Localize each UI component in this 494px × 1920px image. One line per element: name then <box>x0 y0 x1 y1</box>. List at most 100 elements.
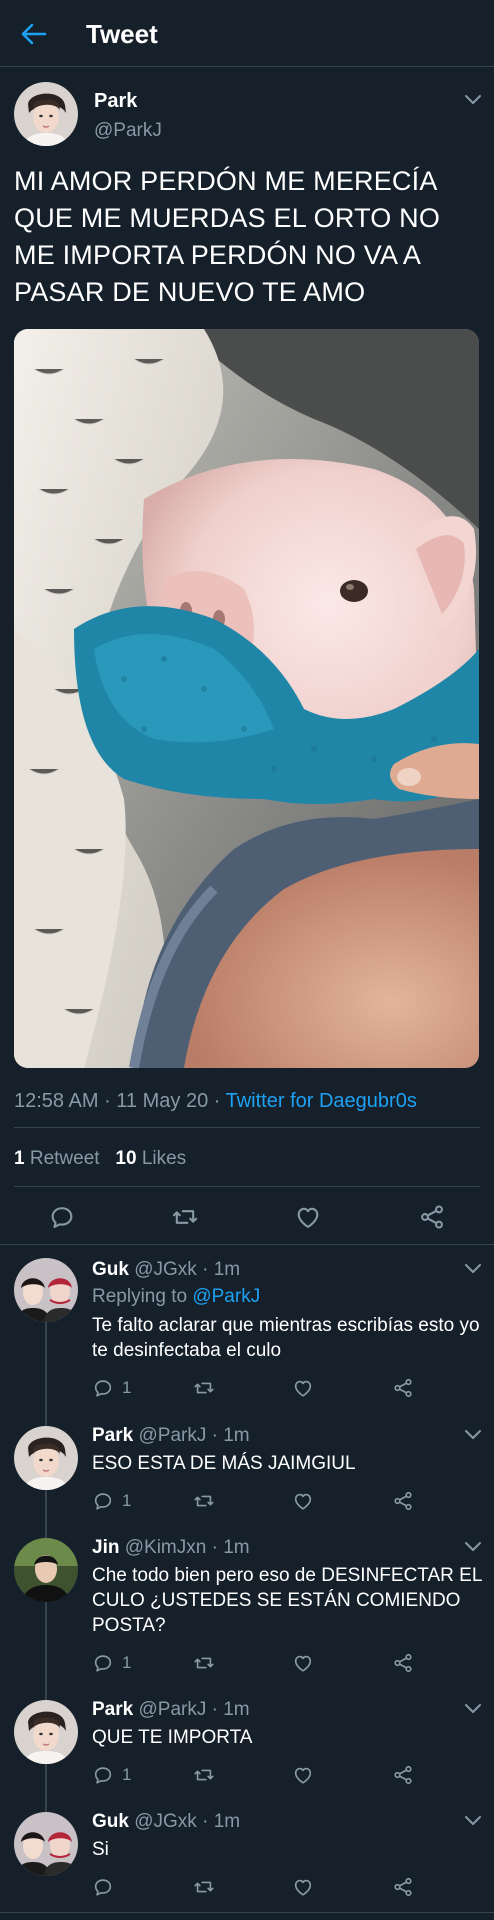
reply-button[interactable] <box>92 1876 122 1898</box>
reply-header: Guk @JGxk · 1m <box>92 1259 241 1280</box>
share-button[interactable] <box>392 1652 414 1674</box>
share-icon <box>392 1652 414 1674</box>
chevron-down-icon[interactable] <box>464 1429 482 1441</box>
divider <box>0 1912 494 1913</box>
replying-to-link[interactable]: @ParkJ <box>192 1286 260 1307</box>
reply-action-bar: 1 <box>0 1490 494 1530</box>
share-button[interactable] <box>392 1490 414 1512</box>
tweet-time: 12:58 AM <box>14 1090 99 1112</box>
avatar[interactable] <box>14 1258 78 1322</box>
heart-icon <box>292 1490 314 1512</box>
retweet-button[interactable] <box>193 1377 215 1399</box>
reply-icon <box>92 1377 114 1399</box>
heart-icon <box>292 1377 314 1399</box>
reply-button[interactable]: 1 <box>92 1377 131 1399</box>
chevron-down-icon[interactable] <box>464 1541 482 1553</box>
like-button[interactable] <box>292 1876 314 1898</box>
reply-button[interactable] <box>48 1203 76 1231</box>
chevron-down-icon[interactable] <box>464 94 482 106</box>
reply-icon <box>48 1203 76 1231</box>
retweet-button[interactable] <box>193 1764 215 1786</box>
tweet-meta: 12:58 AM · 11 May 20 · Twitter for Daegu… <box>14 1090 417 1113</box>
avatar[interactable] <box>14 1538 78 1602</box>
avatar[interactable] <box>14 1700 78 1764</box>
chevron-down-icon[interactable] <box>464 1263 482 1275</box>
separator: · <box>208 1090 226 1112</box>
tweet-source-link[interactable]: Twitter for Daegubr0s <box>226 1090 417 1112</box>
reply-icon <box>92 1876 114 1898</box>
reply-author-name[interactable]: Park <box>92 1425 133 1446</box>
reply-author-name[interactable]: Jin <box>92 1537 119 1558</box>
avatar[interactable] <box>14 1812 78 1876</box>
retweet-button[interactable] <box>171 1203 199 1231</box>
avatar[interactable] <box>14 82 78 146</box>
tweet-text: MI AMOR PERDÓN ME MERECÍA QUE ME MUERDAS… <box>14 166 441 307</box>
heart-icon <box>294 1203 322 1231</box>
reply-count: 1 <box>122 1378 132 1397</box>
tweet-photo[interactable] <box>14 329 479 1068</box>
reply-author-handle[interactable]: @JGxk <box>134 1811 197 1832</box>
reply-author-handle[interactable]: @KimJxn <box>125 1537 207 1558</box>
chevron-down-icon[interactable] <box>464 1703 482 1715</box>
reply-age: 1m <box>223 1537 250 1558</box>
share-button[interactable] <box>418 1203 446 1231</box>
top-bar: Tweet <box>0 0 494 67</box>
heart-icon <box>292 1876 314 1898</box>
reply-author-name[interactable]: Guk <box>92 1811 129 1832</box>
share-button[interactable] <box>392 1764 414 1786</box>
like-button[interactable] <box>292 1652 314 1674</box>
reply-action-bar: 1 <box>0 1764 494 1804</box>
divider <box>0 1244 494 1245</box>
reply-age: 1m <box>223 1699 250 1720</box>
like-count[interactable]: 10 <box>115 1148 136 1169</box>
retweet-icon <box>193 1652 215 1674</box>
like-button[interactable] <box>292 1764 314 1786</box>
reply-author-handle[interactable]: @ParkJ <box>138 1425 206 1446</box>
replying-to: Replying to @ParkJ <box>92 1286 261 1307</box>
share-icon <box>392 1490 414 1512</box>
heart-icon <box>292 1652 314 1674</box>
reply-icon <box>92 1652 114 1674</box>
reply-author-name[interactable]: Guk <box>92 1259 129 1280</box>
tweet-action-bar <box>0 1198 494 1238</box>
like-button[interactable] <box>292 1377 314 1399</box>
reply-action-bar: 1 <box>0 1652 494 1692</box>
like-label[interactable]: Likes <box>142 1148 186 1169</box>
share-button[interactable] <box>392 1876 414 1898</box>
reply-action-bar <box>0 1876 494 1916</box>
chevron-down-icon[interactable] <box>464 1815 482 1827</box>
reply-text: Che todo bien pero eso de DESINFECTAR EL… <box>92 1565 482 1636</box>
share-icon <box>392 1764 414 1786</box>
retweet-button[interactable] <box>193 1490 215 1512</box>
author-name[interactable]: Park <box>94 90 137 113</box>
retweet-label[interactable]: Retweet <box>30 1148 100 1169</box>
reply-author-name[interactable]: Park <box>92 1699 133 1720</box>
reply-text: QUE TE IMPORTA <box>92 1727 253 1748</box>
retweet-count[interactable]: 1 <box>14 1148 25 1169</box>
reply-header: Jin @KimJxn · 1m <box>92 1537 250 1558</box>
reply-count: 1 <box>122 1765 132 1784</box>
reply-author-handle[interactable]: @JGxk <box>134 1259 197 1280</box>
avatar[interactable] <box>14 1426 78 1490</box>
reply-header: Park @ParkJ · 1m <box>92 1699 250 1720</box>
tweet-stats: 1 Retweet 10 Likes <box>14 1148 186 1170</box>
tweet-date: 11 May 20 <box>116 1090 209 1112</box>
retweet-icon <box>193 1876 215 1898</box>
divider <box>14 1127 480 1128</box>
reply-author-handle[interactable]: @ParkJ <box>138 1699 206 1720</box>
share-button[interactable] <box>392 1377 414 1399</box>
reply-age: 1m <box>223 1425 250 1446</box>
reply-age: 1m <box>213 1811 241 1832</box>
reply-icon <box>92 1764 114 1786</box>
back-arrow-icon[interactable] <box>20 20 48 48</box>
separator: · <box>98 1090 117 1112</box>
like-button[interactable] <box>292 1490 314 1512</box>
heart-icon <box>292 1764 314 1786</box>
retweet-button[interactable] <box>193 1652 215 1674</box>
reply-button[interactable]: 1 <box>92 1490 131 1512</box>
reply-button[interactable]: 1 <box>92 1652 131 1674</box>
retweet-button[interactable] <box>193 1876 215 1898</box>
like-button[interactable] <box>294 1203 322 1231</box>
author-handle[interactable]: @ParkJ <box>94 120 162 142</box>
reply-button[interactable]: 1 <box>92 1764 131 1786</box>
